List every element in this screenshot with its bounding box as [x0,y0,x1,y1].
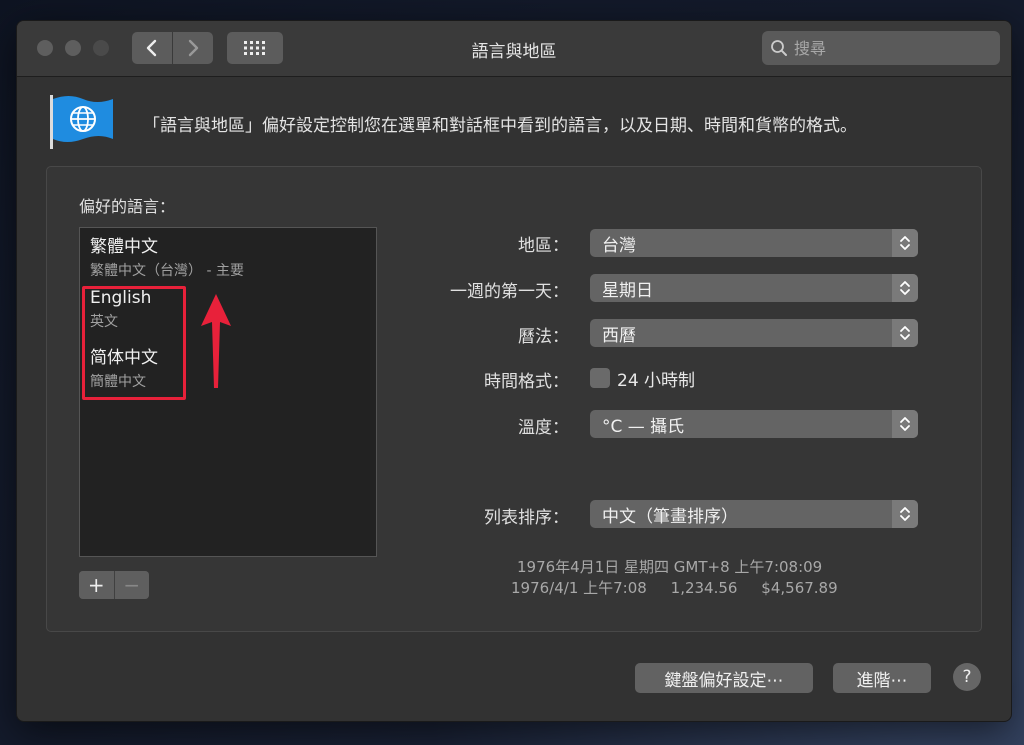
sample-date-long: 1976年4月1日 星期四 GMT+8 上午7:08:09 [517,558,823,576]
search-input[interactable] [794,38,984,58]
first-day-select[interactable]: 星期日 [590,274,918,302]
list-sort-value: 中文（筆畫排序） [602,506,738,527]
calendar-value: 西曆 [602,325,636,346]
24-hour-checkbox[interactable] [590,368,610,388]
region-value: 台灣 [602,235,636,256]
temperature-value: °C — 攝氏 [602,416,685,437]
region-label: 地區： [518,236,569,256]
search-icon [771,40,787,56]
annotation-highlight-box [82,286,186,400]
preferences-window: 語言與地區 「語言與地區」偏好設定控制您在選單和對話框中看到的語言，以及日期、時… [16,20,1012,722]
calendar-select[interactable]: 西曆 [590,319,918,347]
temperature-label: 溫度： [518,418,569,438]
list-sort-label: 列表排序： [484,508,569,528]
list-item[interactable]: 繁體中文 繁體中文（台灣） - 主要 [90,232,244,280]
chevron-left-icon [146,39,157,57]
chevron-up-down-icon [892,500,918,528]
zoom-window-button[interactable] [93,40,109,56]
language-name: 繁體中文 [90,237,158,257]
language-list[interactable]: 繁體中文 繁體中文（台灣） - 主要 English 英文 简体中文 簡體中文 [79,227,377,557]
add-language-button[interactable]: + [79,571,114,599]
sample-date-short: 1976/4/1 上午7:08 1,234.56 $4,567.89 [511,579,838,597]
add-remove-controls: + − [79,571,149,599]
pane-description: 「語言與地區」偏好設定控制您在選單和對話框中看到的語言，以及日期、時間和貨幣的格… [143,116,857,136]
forward-button[interactable] [173,32,213,64]
chevron-up-down-icon [892,319,918,347]
annotation-arrow-up-icon [201,294,231,388]
search-field[interactable] [762,31,1000,65]
first-day-value: 星期日 [602,280,653,301]
chevron-right-icon [188,39,199,57]
chevron-up-down-icon [892,274,918,302]
time-format-label: 時間格式： [484,372,569,392]
list-sort-select[interactable]: 中文（筆畫排序） [590,500,918,528]
chevron-up-down-icon [892,410,918,438]
calendar-label: 曆法： [518,327,569,347]
back-button[interactable] [132,32,172,64]
close-window-button[interactable] [37,40,53,56]
title-bar: 語言與地區 [17,21,1011,77]
language-subtitle: 繁體中文（台灣） - 主要 [90,263,244,279]
grid-icon [244,41,265,55]
show-all-button[interactable] [227,32,283,64]
help-button[interactable]: ? [953,663,981,691]
keyboard-preferences-button[interactable]: 鍵盤偏好設定⋯ [635,663,813,693]
first-day-label: 一週的第一天： [450,282,569,302]
24-hour-label[interactable]: 24 小時制 [617,366,695,391]
temperature-select[interactable]: °C — 攝氏 [590,410,918,438]
chevron-up-down-icon [892,229,918,257]
minimize-window-button[interactable] [65,40,81,56]
preferred-languages-label: 偏好的語言： [79,197,176,216]
region-select[interactable]: 台灣 [590,229,918,257]
remove-language-button[interactable]: − [113,571,149,599]
advanced-button[interactable]: 進階⋯ [833,663,931,693]
settings-panel: 偏好的語言： 繁體中文 繁體中文（台灣） - 主要 English 英文 简体中… [46,166,982,632]
globe-flag-icon [50,95,113,149]
